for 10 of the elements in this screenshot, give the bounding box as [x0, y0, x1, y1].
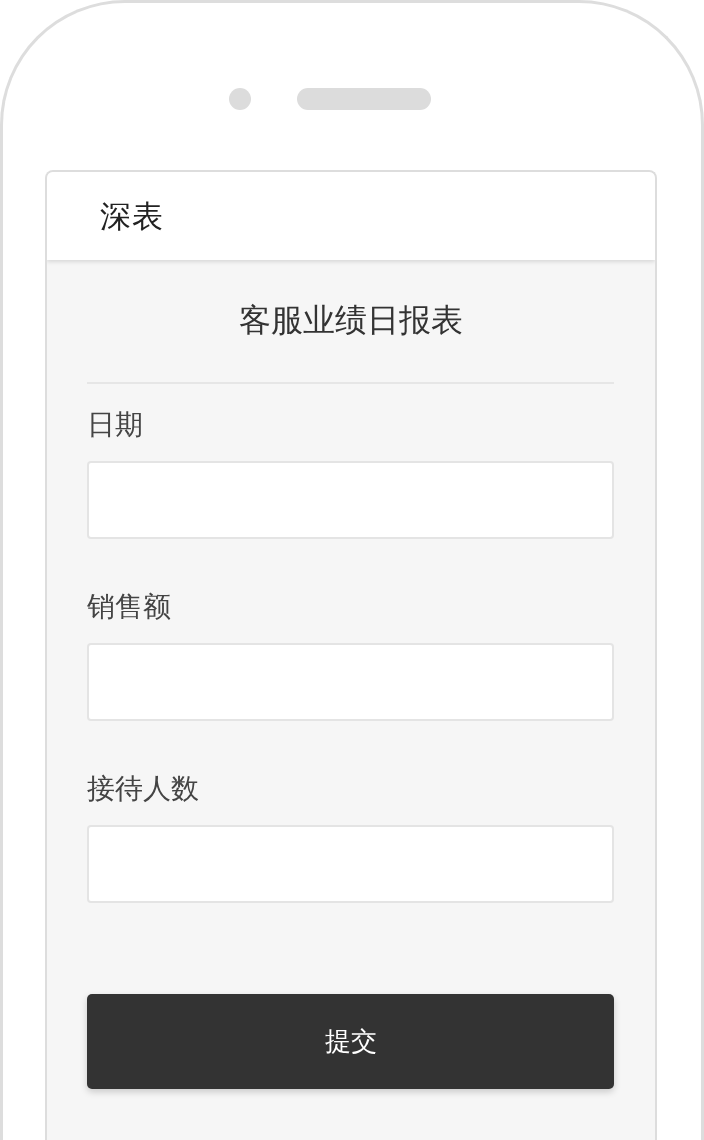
field-label: 接待人数 [87, 771, 200, 807]
logo-text: 深表 [100, 196, 164, 236]
input-field[interactable] [87, 825, 614, 903]
field-label: 销售额 [87, 589, 172, 625]
camera-icon [229, 88, 251, 110]
field-label: 日期 [87, 407, 144, 443]
input-field[interactable] [87, 643, 614, 721]
submit-button[interactable]: 提交 [87, 994, 614, 1089]
input-field[interactable] [87, 461, 614, 539]
form-title: 客服业绩日报表 [237, 300, 464, 340]
